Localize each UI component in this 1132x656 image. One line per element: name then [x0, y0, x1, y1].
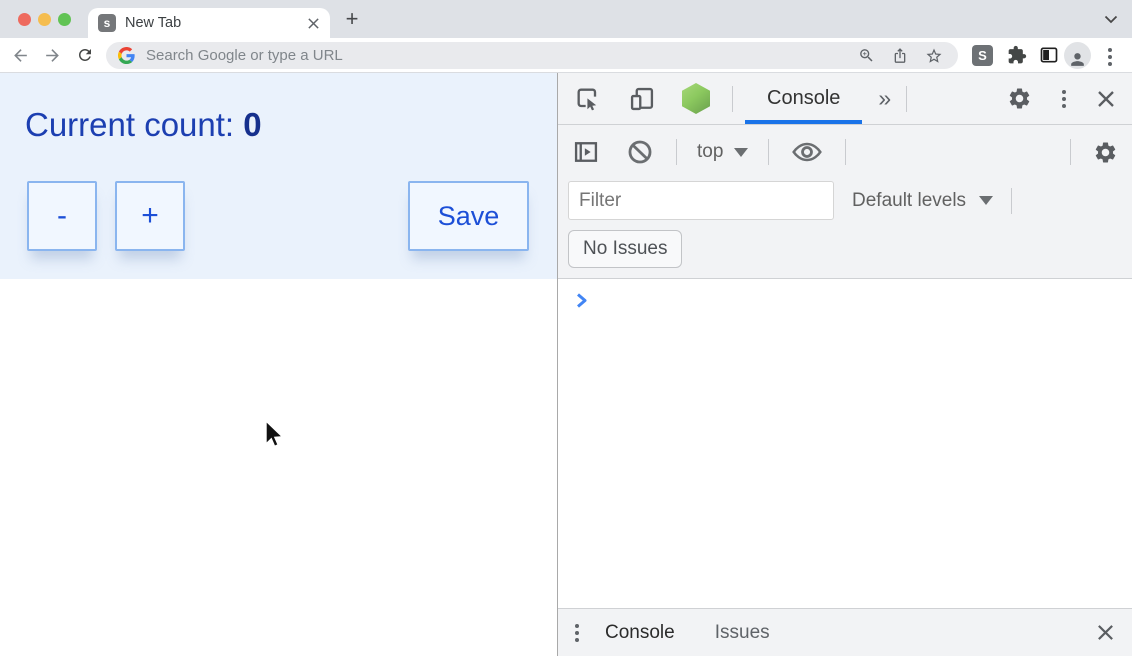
zoom-in-icon[interactable] [858, 47, 875, 64]
clear-console-icon[interactable] [626, 138, 654, 166]
tab-strip: s New Tab + [0, 0, 1132, 38]
extensions-puzzle-icon[interactable] [1007, 45, 1027, 65]
window-close-button[interactable] [18, 13, 31, 26]
window-minimize-button[interactable] [38, 13, 51, 26]
page-content: Current count: 0 - + Save [0, 73, 557, 656]
drawer-tab-console[interactable]: Console [605, 622, 675, 644]
window-zoom-button[interactable] [58, 13, 71, 26]
active-tab-underline [745, 120, 862, 124]
bookmark-star-icon[interactable] [925, 47, 943, 65]
google-g-icon [118, 47, 135, 64]
toolbar-divider [845, 139, 846, 165]
node-devtools-icon[interactable] [682, 83, 710, 114]
toolbar-divider [906, 86, 907, 112]
save-button[interactable]: Save [408, 181, 529, 251]
inspect-element-icon[interactable] [574, 85, 602, 113]
new-tab-button[interactable]: + [340, 7, 364, 31]
toolbar-divider [676, 139, 677, 165]
drawer-close-icon[interactable] [1096, 623, 1115, 642]
reload-button[interactable] [76, 46, 94, 64]
live-expression-eye-icon[interactable] [791, 141, 823, 163]
omnibox-input[interactable] [144, 46, 858, 65]
increment-button[interactable]: + [115, 181, 185, 251]
tab-close-icon[interactable] [307, 17, 320, 30]
decrement-button[interactable]: - [27, 181, 97, 251]
mouse-cursor [264, 420, 285, 456]
devtools-drawer: Console Issues [558, 608, 1132, 656]
side-panel-icon[interactable] [1039, 45, 1059, 65]
console-settings-gear-icon[interactable] [1093, 140, 1118, 165]
devtools-close-icon[interactable] [1096, 89, 1116, 109]
count-label: Current count: [25, 106, 234, 143]
tab-title: New Tab [125, 15, 181, 31]
toolbar-divider [732, 86, 733, 112]
toolbar-divider [1011, 188, 1012, 214]
no-issues-button[interactable]: No Issues [568, 230, 682, 268]
back-button[interactable] [11, 46, 30, 65]
counter-hero-section: Current count: 0 - + Save [0, 73, 557, 279]
page-title: Current count: 0 [25, 106, 262, 144]
log-levels-label: Default levels [852, 190, 966, 212]
browser-tab[interactable]: s New Tab [88, 8, 330, 38]
console-prompt-chevron-icon[interactable] [575, 292, 589, 309]
drawer-menu-kebab-icon[interactable] [575, 624, 579, 642]
forward-button[interactable] [43, 46, 62, 65]
context-selector[interactable]: top [697, 141, 748, 163]
caret-down-icon [979, 196, 993, 205]
log-levels-dropdown[interactable]: Default levels [852, 190, 993, 212]
device-toolbar-icon[interactable] [628, 85, 656, 113]
drawer-tab-issues[interactable]: Issues [715, 622, 770, 644]
count-value: 0 [243, 106, 261, 143]
console-output[interactable] [558, 279, 1132, 608]
omnibox[interactable] [106, 42, 958, 69]
toolbar-divider [768, 139, 769, 165]
devtools-panel: Console » [557, 73, 1132, 656]
console-toolbar: top Default levels [558, 125, 1132, 279]
devtools-settings-gear-icon[interactable] [1007, 86, 1032, 111]
tab-favicon: s [98, 14, 116, 32]
browser-window: s New Tab + [0, 0, 1132, 656]
toolbar-divider [1070, 139, 1071, 165]
extension-s-button[interactable]: S [972, 45, 993, 66]
browser-toolbar: S [0, 38, 1132, 73]
tab-search-chevron-icon[interactable] [1104, 15, 1118, 24]
share-icon[interactable] [892, 47, 908, 64]
console-sidebar-toggle-icon[interactable] [572, 138, 600, 166]
caret-down-icon [734, 148, 748, 157]
devtools-menu-kebab-icon[interactable] [1062, 90, 1066, 108]
console-filter-input[interactable] [568, 181, 834, 220]
profile-avatar[interactable] [1064, 42, 1091, 69]
context-selector-label: top [697, 141, 723, 163]
more-panels-icon[interactable]: » [878, 85, 890, 112]
devtools-tab-console-label: Console [767, 87, 840, 110]
devtools-tab-bar: Console » [558, 73, 1132, 125]
browser-menu-kebab-icon[interactable] [1108, 48, 1112, 66]
devtools-tab-console[interactable]: Console [745, 73, 862, 124]
